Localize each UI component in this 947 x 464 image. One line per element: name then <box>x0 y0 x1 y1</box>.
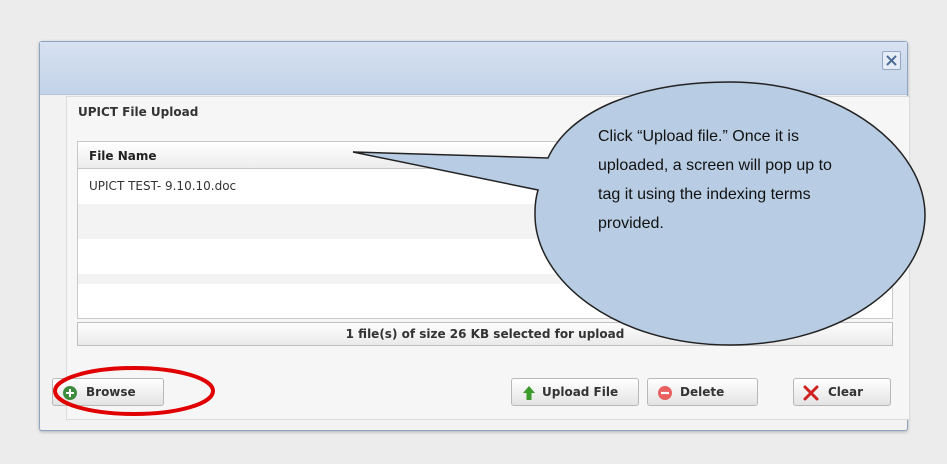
highlight-ellipse <box>53 366 215 416</box>
callout-text: Click “Upload file.” Once it is uploaded… <box>598 128 832 232</box>
